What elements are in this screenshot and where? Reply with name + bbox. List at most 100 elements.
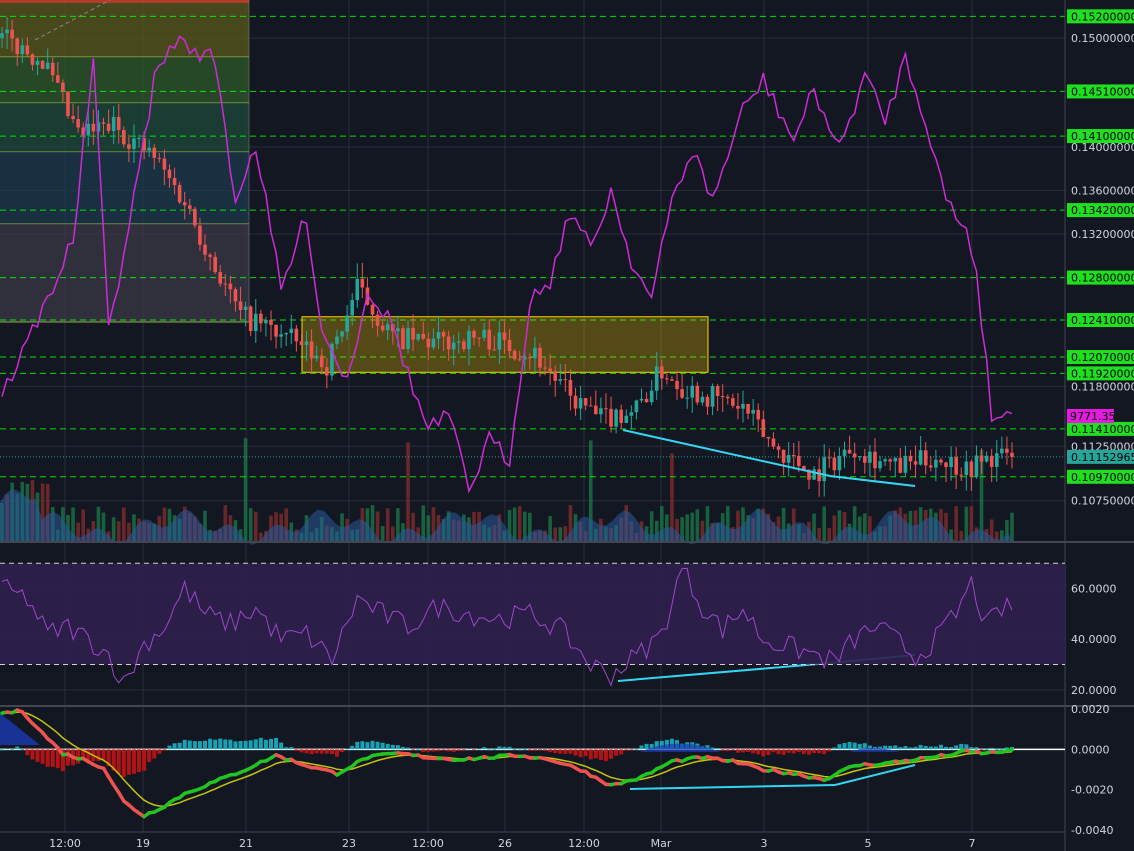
macd-histogram-bar: [842, 743, 847, 750]
macd-histogram-bar: [426, 749, 431, 752]
candle-body: [959, 474, 964, 476]
macd-histogram-bar: [208, 738, 213, 750]
candle-body: [994, 453, 999, 467]
macd-histogram-bar: [101, 749, 106, 760]
macd-histogram-bar: [527, 749, 532, 751]
macd-histogram-bar: [238, 741, 243, 750]
macd-histogram-bar: [847, 741, 852, 750]
macd-histogram-bar: [263, 739, 268, 750]
candle-body: [568, 380, 573, 396]
macd-histogram-bar: [50, 749, 55, 767]
macd-histogram-bar: [512, 749, 517, 751]
candle-body: [309, 341, 314, 359]
candle-body: [157, 157, 162, 159]
macd-histogram-bar: [619, 749, 624, 755]
candle-body: [360, 278, 365, 288]
candle-body: [776, 446, 781, 450]
trading-chart[interactable]: 0.150000000.140000000.136000000.13200000…: [0, 0, 1134, 851]
fib-zone: [0, 0, 249, 57]
volume-bar: [685, 514, 689, 541]
candle-body: [30, 54, 35, 65]
candle-body: [340, 331, 344, 337]
macd-histogram-bar: [761, 749, 766, 757]
candle-body: [827, 457, 832, 459]
macd-histogram-bar: [20, 748, 25, 750]
macd-histogram-bar: [324, 749, 329, 754]
candle-body: [949, 457, 953, 468]
macd-histogram-bar: [228, 739, 233, 750]
macd-histogram-bar: [928, 746, 933, 750]
macd-histogram-bar: [416, 749, 421, 751]
macd-histogram-bar: [482, 747, 487, 750]
level-price-tag: 0.11410000: [1071, 423, 1134, 436]
candle-body: [786, 455, 791, 463]
time-axis-label: 12:00: [412, 837, 444, 850]
consolidation-zone[interactable]: [301, 316, 709, 373]
macd-histogram-bar: [380, 742, 385, 750]
macd-histogram-bar: [888, 745, 893, 750]
candle-body: [497, 332, 502, 350]
candle-body: [193, 208, 197, 226]
price-axis-label: 0.13200000: [1071, 228, 1134, 241]
macd-histogram-bar: [157, 749, 162, 754]
volume-bar: [253, 511, 258, 541]
candle-body: [817, 469, 821, 482]
candle-body: [761, 419, 766, 437]
macd-histogram-bar: [294, 749, 299, 751]
macd-histogram-bar: [466, 748, 471, 750]
macd-histogram-bar: [248, 740, 253, 750]
macd-histogram-bar: [634, 749, 639, 751]
volume-bar: [1010, 512, 1014, 541]
candle-body: [45, 62, 50, 69]
fib-zone: [0, 103, 249, 152]
candle-body: [563, 379, 568, 381]
macd-histogram-bar: [644, 743, 649, 750]
level-price-tag: 0.15200000: [1071, 10, 1134, 23]
macd-histogram-bar: [989, 747, 994, 750]
macd-histogram-bar: [583, 749, 588, 756]
candle-body: [101, 122, 106, 124]
macd-histogram-bar: [852, 742, 857, 750]
candle-body: [177, 185, 182, 203]
candle-body: [162, 158, 167, 170]
macd-histogram-bar: [573, 749, 578, 756]
candle-body: [385, 324, 390, 331]
candle-body: [451, 342, 456, 350]
candle-body: [269, 319, 273, 325]
candle-body: [456, 341, 461, 343]
candle-body: [934, 459, 938, 468]
candle-body: [944, 462, 948, 468]
candle-body: [380, 325, 385, 331]
candle-body: [852, 453, 857, 458]
candle-body: [908, 455, 913, 462]
candle-body: [132, 138, 136, 149]
volume-bar: [421, 505, 426, 541]
candle-body: [335, 336, 339, 344]
candle-body: [832, 457, 837, 471]
macd-histogram-bar: [406, 747, 411, 750]
macd-line-segment: [1005, 748, 1014, 753]
candle-body: [670, 379, 674, 381]
macd-histogram-bar: [746, 749, 751, 753]
macd-histogram-bar: [487, 749, 492, 751]
time-axis-label: 3: [761, 837, 768, 850]
macd-histogram-bar: [10, 749, 15, 751]
candle-body: [187, 205, 192, 209]
macd-histogram-bar: [385, 743, 390, 750]
macd-histogram-bar: [167, 745, 172, 750]
candle-body: [416, 333, 420, 340]
macd-histogram-bar: [517, 749, 522, 751]
macd-histogram-bar: [568, 749, 573, 754]
volume-bar: [517, 506, 522, 541]
macd-histogram-bar: [786, 749, 791, 753]
volume-bar: [380, 526, 385, 541]
macd-histogram-bar: [477, 748, 482, 750]
macd-histogram-bar: [121, 749, 126, 778]
macd-histogram-bar: [436, 749, 441, 752]
macd-histogram-bar: [812, 749, 817, 754]
candle-body: [979, 455, 984, 462]
candle-body: [172, 177, 177, 186]
macd-histogram-bar: [548, 749, 553, 753]
macd-histogram-bar: [609, 749, 614, 759]
macd-histogram-bar: [431, 749, 436, 752]
